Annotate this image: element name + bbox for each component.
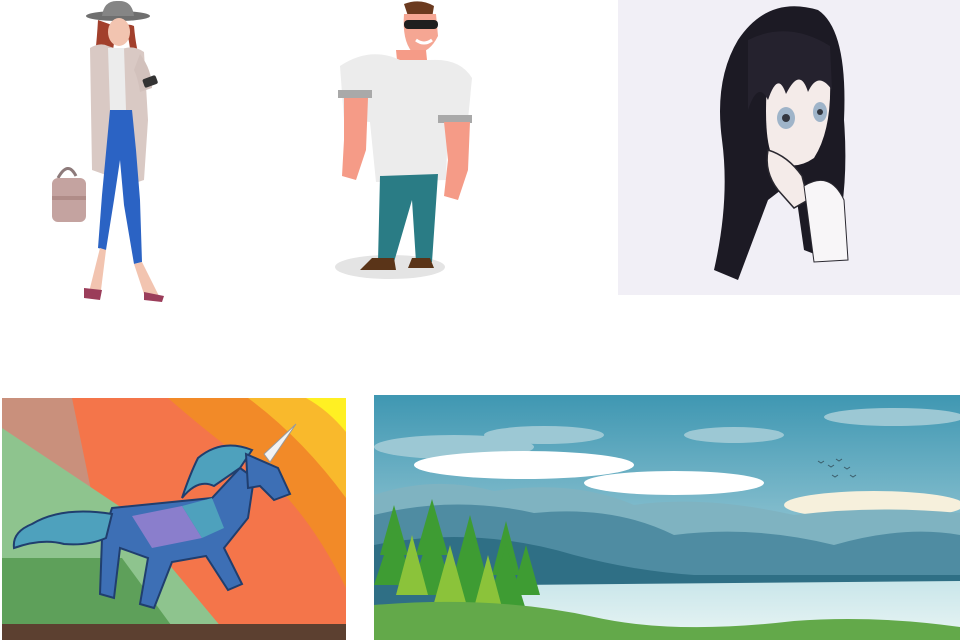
woman-with-phone-illustration[interactable] <box>40 0 180 305</box>
anime-girl-illustration[interactable] <box>618 0 960 295</box>
muscular-man-figure <box>335 1 472 279</box>
unicorn-scene <box>2 398 346 640</box>
landscape-scene <box>374 395 960 640</box>
anime-girl-figure <box>714 6 849 280</box>
geometric-unicorn-illustration[interactable] <box>2 398 346 640</box>
woman-figure <box>52 0 164 302</box>
mountain-lake-landscape-illustration[interactable] <box>374 395 960 640</box>
muscular-man-cartoon-illustration[interactable] <box>320 0 485 285</box>
